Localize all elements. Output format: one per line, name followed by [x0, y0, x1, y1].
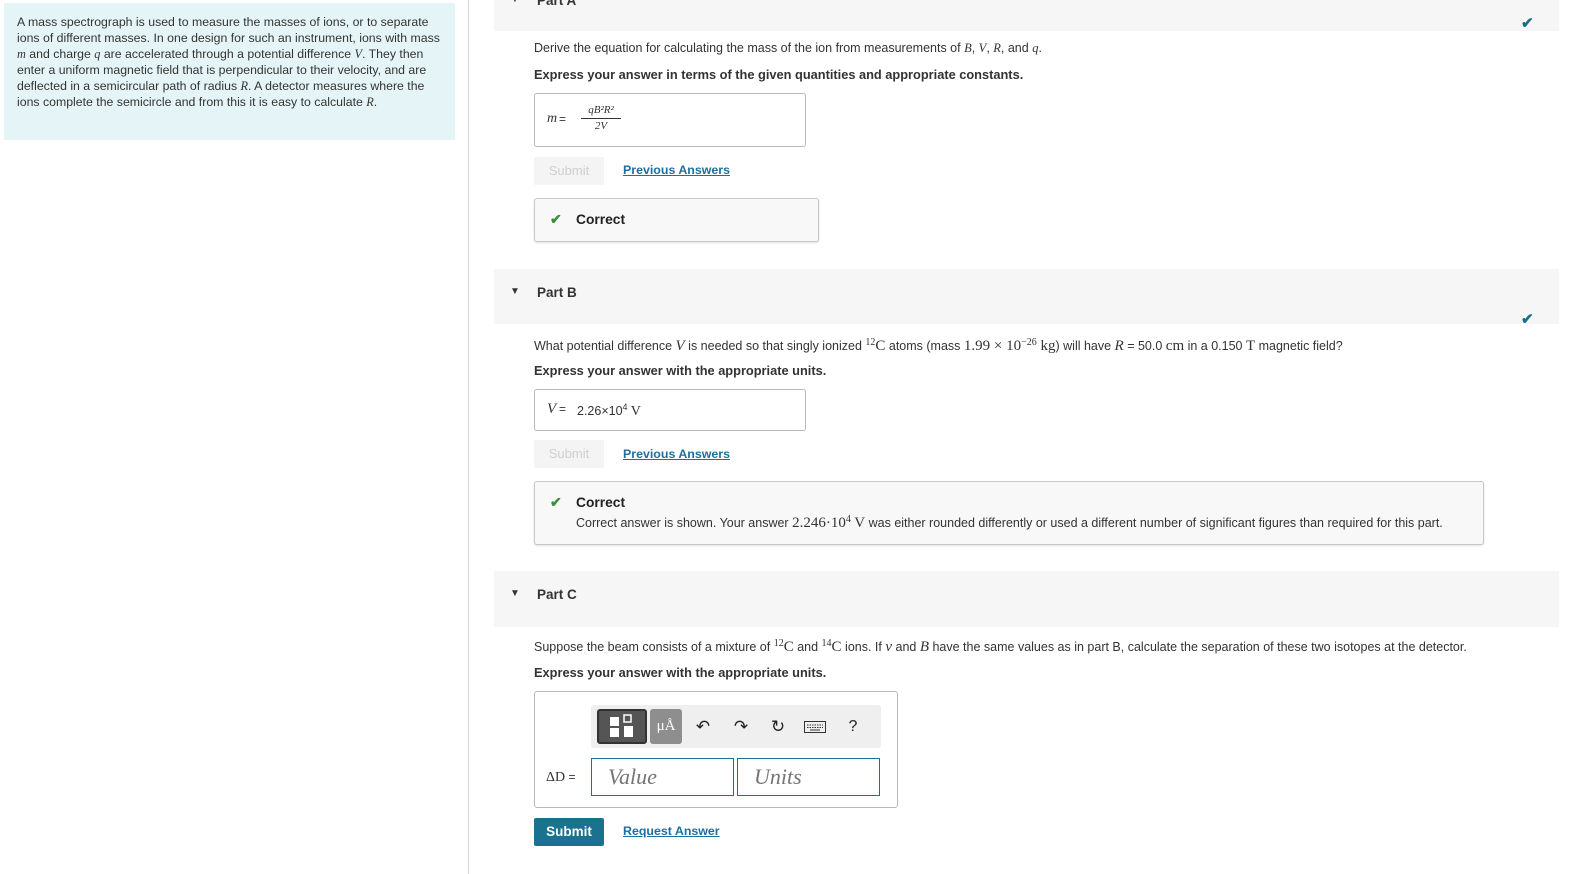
part-c-submit-button[interactable]: Submit	[534, 818, 604, 846]
caret-down-icon: ▼	[510, 286, 520, 297]
part-b-answer-value: 2.26×104 V	[577, 402, 641, 420]
undo-icon[interactable]: ↶	[689, 709, 717, 744]
value-input[interactable]	[591, 758, 734, 796]
problem-intro: A mass spectrograph is used to measure t…	[4, 3, 455, 140]
part-a-previous-answers-link[interactable]: Previous Answers	[623, 163, 730, 177]
answer-label: m	[547, 111, 558, 126]
units-input[interactable]	[737, 758, 880, 796]
help-icon[interactable]: ?	[839, 709, 867, 744]
part-c-title: Part C	[537, 587, 577, 602]
correct-check-icon: ✔	[550, 211, 562, 227]
part-a-complete-check-icon: ✔	[1521, 15, 1534, 32]
part-b-submit-button[interactable]: Submit	[534, 440, 604, 468]
templates-button[interactable]	[597, 709, 647, 744]
part-b-header[interactable]: ▼ Part B	[494, 269, 1559, 324]
correct-check-icon: ✔	[550, 494, 562, 510]
part-b-answer-box: V = 2.26×104 V	[534, 389, 806, 431]
part-b-question: What potential difference V is needed so…	[534, 337, 1343, 355]
part-a-title: Part A	[537, 0, 577, 8]
part-b-complete-check-icon: ✔	[1521, 311, 1534, 328]
part-a-feedback: ✔ Correct	[534, 198, 819, 242]
part-a-submit-button[interactable]: Submit	[534, 157, 604, 185]
math-toolbar: μÅ ↶ ↷ ↻ ?	[591, 705, 881, 748]
part-a-instruction: Express your answer in terms of the give…	[534, 67, 1024, 82]
reset-icon[interactable]: ↻	[764, 709, 792, 744]
part-b-title: Part B	[537, 285, 577, 300]
part-b-instruction: Express your answer with the appropriate…	[534, 363, 827, 378]
part-c-question: Suppose the beam consists of a mixture o…	[534, 638, 1467, 656]
fraction-numerator: qB²R²	[588, 104, 614, 116]
keyboard-glyph	[804, 721, 826, 733]
answer-fraction: qB²R² 2V	[581, 104, 621, 133]
fraction-denominator: 2V	[594, 120, 608, 132]
part-a-question: Derive the equation for calculating the …	[534, 41, 1042, 55]
part-a-answer-box: m = qB²R² 2V	[534, 93, 806, 147]
keyboard-icon[interactable]	[801, 709, 829, 744]
part-c-instruction: Express your answer with the appropriate…	[534, 665, 827, 680]
delta-d-label: ΔD =	[546, 770, 576, 785]
templates-icon	[610, 714, 633, 737]
redo-icon[interactable]: ↷	[727, 709, 755, 744]
part-b-feedback: ✔ Correct Correct answer is shown. Your …	[534, 481, 1484, 545]
part-b-feedback-detail: Correct answer is shown. Your answer 2.2…	[576, 514, 1443, 532]
panel-divider	[468, 0, 469, 874]
request-answer-link[interactable]: Request Answer	[623, 824, 720, 838]
caret-down-icon: ▼	[510, 0, 520, 5]
caret-down-icon: ▼	[510, 588, 520, 599]
part-b-previous-answers-link[interactable]: Previous Answers	[623, 447, 730, 461]
fraction-bar	[581, 118, 621, 119]
units-button[interactable]: μÅ	[650, 709, 682, 744]
part-c-header[interactable]: ▼ Part C	[494, 571, 1559, 627]
part-a-header[interactable]: ▼ Part A	[494, 0, 1559, 31]
